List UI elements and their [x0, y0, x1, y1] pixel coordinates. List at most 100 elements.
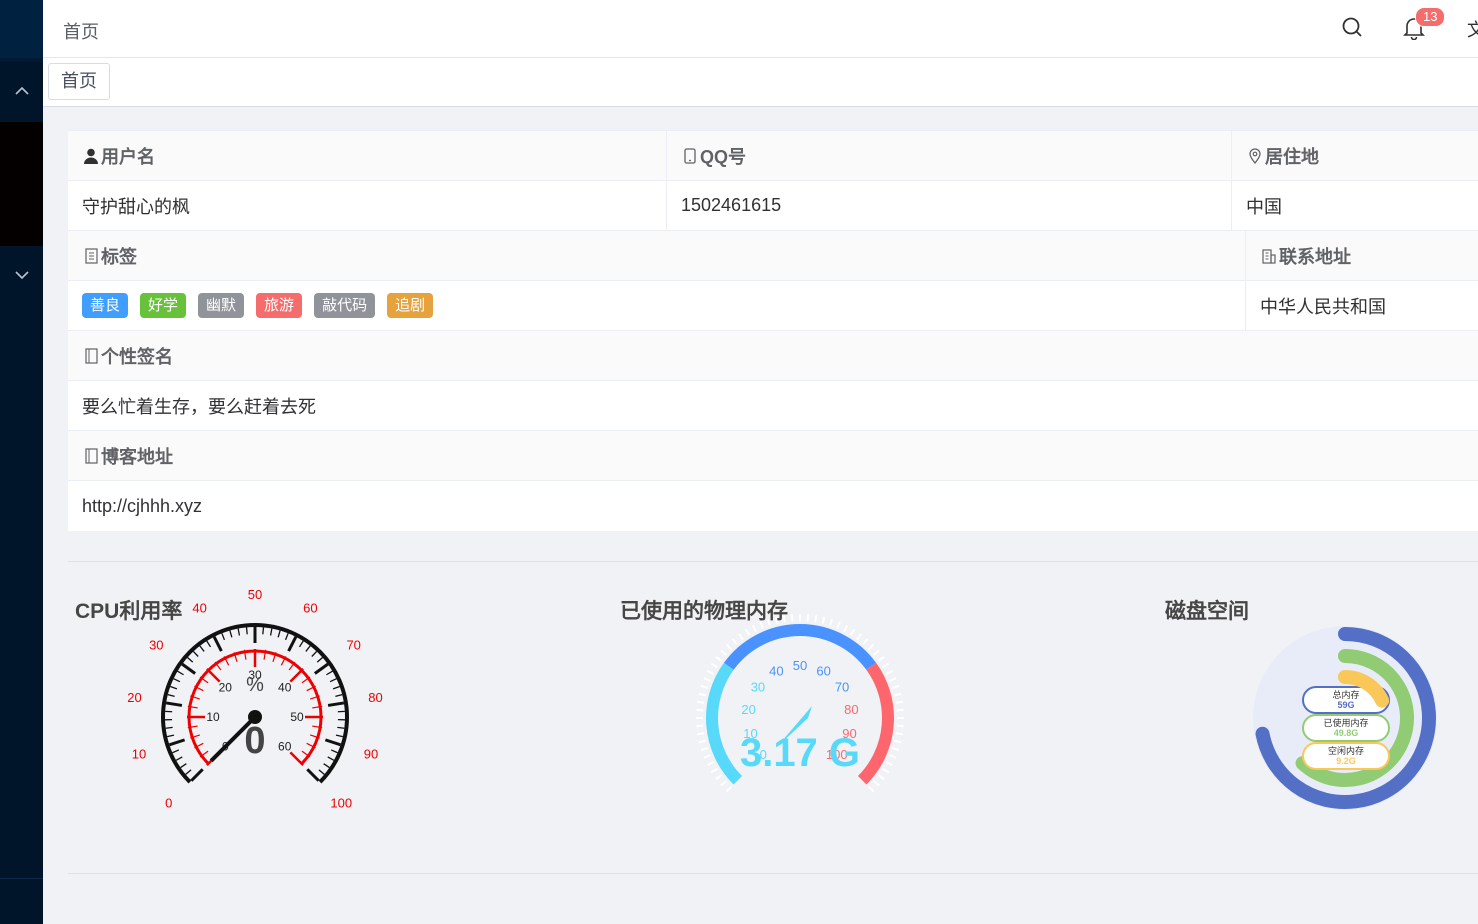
sidebar-submenu-area: [0, 122, 43, 246]
cpu-outer-tick: [168, 738, 186, 747]
cpu-inner-tick-label: 50: [290, 710, 304, 724]
username-label: 用户名: [101, 146, 155, 167]
cpu-outer-tick: [190, 768, 204, 782]
memory-tick: [738, 633, 744, 641]
memory-tick-label: 80: [844, 702, 858, 717]
memory-tick: [697, 700, 705, 704]
qq-value: 1502461615: [681, 195, 782, 215]
blog-link[interactable]: http://cjhhh.xyz: [82, 496, 202, 517]
address-value: 中华人民共和国: [1260, 296, 1386, 317]
sidebar-footer: [0, 878, 43, 924]
memory-tick: [885, 669, 894, 675]
residence-value: 中国: [1246, 196, 1282, 217]
cpu-outer-tick: [269, 628, 273, 636]
notification-badge: 13: [1415, 7, 1446, 27]
memory-tick: [891, 684, 900, 689]
profile-tag: 旅游: [256, 293, 303, 318]
memory-tick: [700, 747, 709, 752]
tags-label: 标签: [101, 246, 137, 267]
cpu-unit-label: %: [246, 674, 264, 696]
cpu-outer-tick: [185, 769, 192, 775]
memory-tick: [710, 662, 718, 669]
sidebar-logo-area: [0, 0, 43, 58]
memory-tick: [774, 616, 779, 624]
cpu-outer-tick: [330, 749, 338, 754]
cpu-outer-tick: [167, 693, 175, 697]
tab-home[interactable]: 首页: [48, 63, 110, 100]
profile-tag: 好学: [140, 293, 187, 318]
cpu-outer-tick: [173, 678, 181, 683]
memory-tick: [849, 628, 856, 636]
user-info-descriptions: 用户名 QQ号 居住地 守护甜心的枫 1502461615 中国 标签 联系地址…: [68, 130, 1478, 531]
memory-tick: [703, 677, 711, 682]
cpu-outer-tick: [318, 769, 325, 775]
memory-tick: [715, 656, 723, 662]
memory-tick: [725, 785, 733, 793]
memory-tick: [877, 656, 885, 662]
divider: [68, 561, 1478, 562]
cpu-outer-tick: [262, 627, 265, 635]
memory-tick: [885, 761, 894, 767]
cpu-outer-tick-label: 60: [303, 600, 317, 615]
cpu-outer-tick: [332, 685, 340, 690]
cpu-outer-tick: [329, 678, 337, 683]
cpu-outer-tick: [324, 738, 342, 747]
memory-tick: [873, 649, 880, 656]
memory-tick: [895, 732, 903, 736]
memory-tick-label: 30: [751, 679, 765, 694]
disk-radial-chart: 总内存59G 已使用内存49.8G 空闲内存9.2G: [1253, 626, 1437, 810]
cpu-outer-tick-label: 90: [364, 747, 378, 762]
cpu-gauge: 01020304050607080901000102030405060%0: [127, 587, 382, 810]
user-icon: [82, 147, 100, 165]
cpu-outer-tick: [284, 633, 289, 641]
cpu-outer-tick: [327, 756, 335, 761]
cpu-outer-tick-label: 70: [346, 637, 360, 652]
memory-tick: [867, 785, 875, 793]
memory-tick: [814, 615, 818, 623]
chevron-up-icon: [14, 83, 29, 101]
memory-tick: [882, 767, 890, 774]
cpu-outer-tick: [167, 734, 175, 738]
cpu-inner-tick-label: 10: [206, 710, 220, 724]
search-icon[interactable]: [1341, 16, 1363, 43]
cpu-outer-tick: [165, 726, 173, 729]
disk-legend-value: 9.2G: [1336, 756, 1356, 766]
breadcrumb[interactable]: 首页: [63, 18, 99, 44]
blog-label: 博客地址: [101, 446, 173, 467]
memory-tick: [720, 780, 727, 787]
sidebar-menu-toggle[interactable]: [0, 62, 43, 122]
memory-tick: [696, 724, 704, 728]
memory-tick: [894, 739, 902, 744]
cpu-inner-tick-label: 40: [278, 680, 292, 694]
signature-label: 个性签名: [101, 346, 173, 367]
qq-label: QQ号: [700, 146, 747, 167]
disk-chart-title: 磁盘空间: [1165, 600, 1249, 623]
divider: [68, 873, 1478, 874]
cpu-outer-tick: [245, 627, 248, 635]
sidebar-menu-toggle-2[interactable]: [0, 246, 43, 306]
memory-tick: [829, 618, 834, 627]
profile-tag: 幽默: [198, 293, 245, 318]
memory-tick: [894, 692, 902, 697]
cpu-outer-tick-label: 80: [368, 690, 382, 705]
memory-gauge: 010203040 50 607080901003.17 G: [696, 614, 904, 793]
cpu-outer-tick: [181, 662, 197, 675]
cpu-outer-tick-label: 0: [165, 795, 172, 810]
cpu-outer-tick: [175, 756, 183, 761]
cpu-outer-tick: [180, 763, 187, 769]
cpu-outer-tick: [311, 650, 318, 657]
cpu-needle-pivot: [248, 710, 262, 724]
memory-tick: [896, 724, 904, 728]
cpu-outer-tick-label: 30: [149, 637, 163, 652]
memory-arc-low: [706, 662, 743, 785]
disk-legend-name: 空闲内存: [1328, 745, 1364, 756]
username-value: 守护甜心的枫: [82, 196, 190, 217]
language-switch[interactable]: 文: [1467, 16, 1478, 42]
memory-tick: [751, 624, 757, 633]
memory-tick: [782, 615, 786, 623]
cpu-outer-tick: [306, 768, 320, 782]
memory-tick: [896, 708, 904, 712]
disk-legend-name: 已使用内存: [1323, 717, 1368, 728]
memory-tick: [882, 662, 890, 669]
notebook-icon: [82, 347, 100, 365]
